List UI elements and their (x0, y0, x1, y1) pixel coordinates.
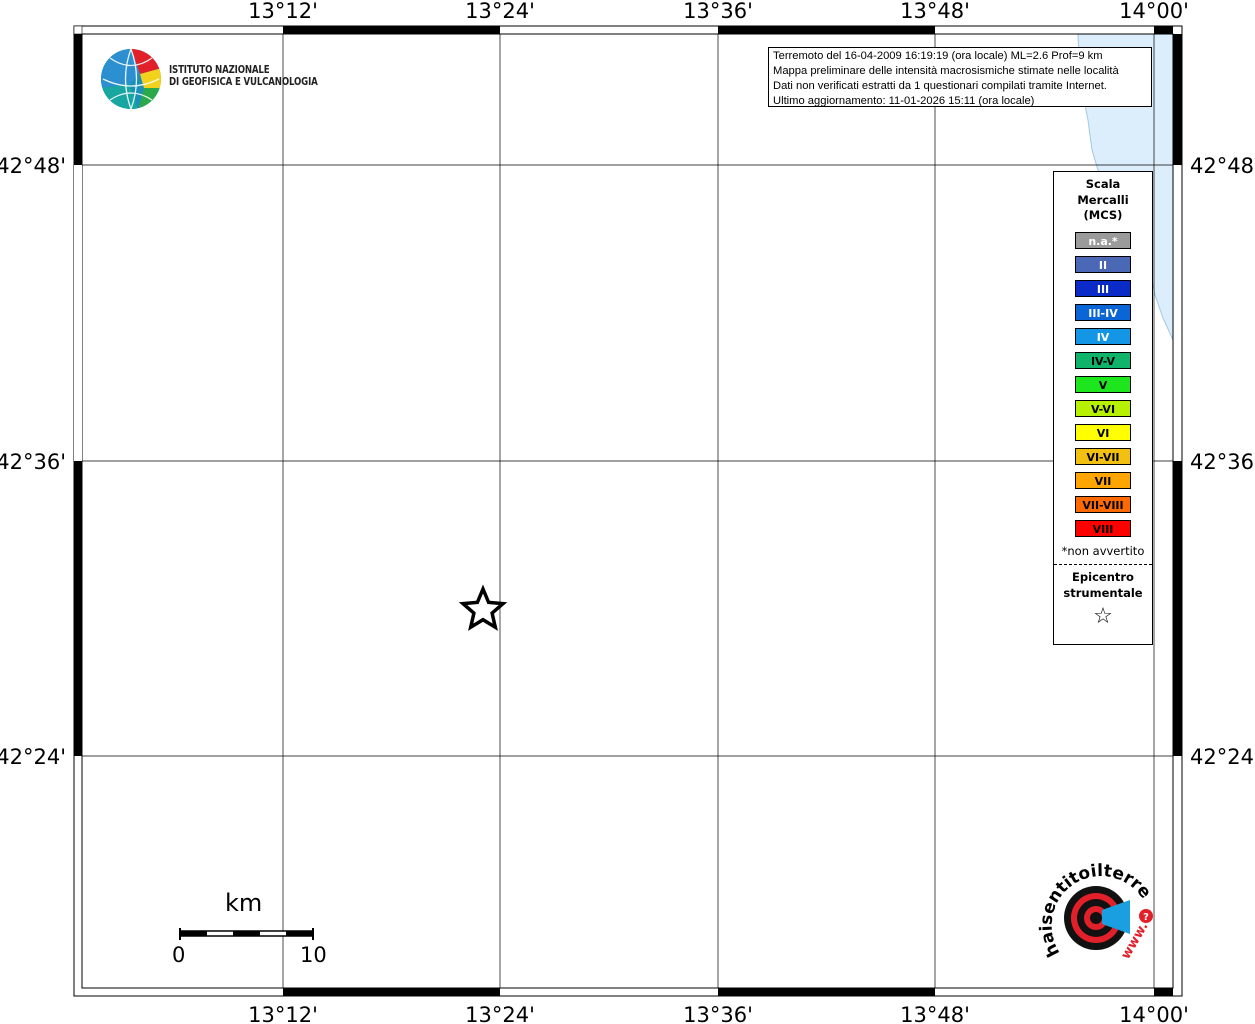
legend-swatches: n.a.* II III III-IV IV IV-V V V-VI VI VI-VII VII VI… (1054, 231, 1152, 537)
legend-swatch: VII (1075, 471, 1131, 489)
legend-note: *non avvertito (1061, 543, 1145, 558)
legend-separator (1054, 563, 1152, 565)
legend-title-line: (MCS) (1083, 208, 1123, 222)
legend-title-line: Mercalli (1077, 192, 1129, 207)
legend-swatch: IV (1075, 327, 1131, 345)
logo-line-2: DI GEOFISICA E VULCANOLOGIA (169, 76, 318, 88)
left-lat-label: 42°48' (0, 154, 66, 178)
bottom-lon-label: 13°12' (248, 1003, 318, 1024)
top-lon-label: 13°12' (248, 0, 318, 23)
right-lat-label: 42°48' (1190, 154, 1255, 178)
legend-epicenter-line: strumentale (1063, 585, 1143, 600)
right-lat-label: 42°24' (1190, 745, 1255, 769)
left-lat-label: 42°24' (0, 745, 66, 769)
legend-title: Scala Mercalli (MCS) (1054, 177, 1152, 224)
hst-logo-icon: haisentitoilterremoto.it ? www. (1021, 843, 1155, 962)
legend-epicenter-label: Epicentro strumentale (1054, 569, 1152, 601)
legend-swatch: n.a.* (1075, 231, 1131, 249)
bottom-longitude-labels: 13°12' 13°24' 13°36' 13°48' 14°00' (248, 1003, 1189, 1024)
ingv-logo-text: ISTITUTO NAZIONALE DI GEOFISICA E VULCAN… (169, 64, 318, 88)
info-line-3: Dati non verificati estratti da 1 questi… (773, 80, 1107, 92)
legend-title-line: Scala (1085, 177, 1121, 191)
legend-swatch: VII-VIII (1075, 495, 1131, 513)
right-lat-label: 42°36' (1190, 450, 1255, 474)
legend-swatch: VIII (1075, 519, 1131, 537)
legend-swatch: III-IV (1075, 303, 1131, 321)
top-lon-label: 14°00' (1119, 0, 1189, 23)
right-latitude-labels: 42°48' 42°36' 42°24' (1190, 154, 1255, 769)
scalebar-unit: km (225, 889, 263, 917)
scalebar-end: 10 (300, 943, 327, 967)
top-lon-label: 13°36' (683, 0, 753, 23)
scalebar-start: 0 (172, 943, 186, 967)
earthquake-info-box: Terremoto del 16-04-2009 16:19:19 (ora l… (768, 47, 1152, 107)
legend-swatch: V (1075, 375, 1131, 393)
ingv-logo: ISTITUTO NAZIONALE DI GEOFISICA E VULCAN… (100, 47, 340, 111)
info-line-4: Ultimo aggiornamento: 11-01-2026 15:11 (… (773, 95, 1035, 107)
legend-swatch: II (1075, 255, 1131, 273)
info-line-2: Mappa preliminare delle intensità macros… (773, 65, 1119, 77)
bottom-lon-label: 13°24' (465, 1003, 535, 1024)
hai-sentito-il-terremoto-logo[interactable]: haisentitoilterremoto.it ? www. (1021, 843, 1160, 978)
legend-epicenter-line: Epicentro (1072, 569, 1134, 584)
legend-swatch: VI-VII (1075, 447, 1131, 465)
globe-logo-icon (101, 49, 161, 109)
bottom-lon-label: 14°00' (1119, 1003, 1189, 1024)
legend-swatch: III (1075, 279, 1131, 297)
legend-star-icon: ☆ (1093, 603, 1113, 629)
left-latitude-labels: 42°48' 42°36' 42°24' (0, 154, 66, 769)
top-lon-label: 13°24' (465, 0, 535, 23)
bottom-lon-label: 13°36' (683, 1003, 753, 1024)
top-lon-label: 13°48' (900, 0, 970, 23)
bottom-lon-label: 13°48' (900, 1003, 970, 1024)
logo-line-1: ISTITUTO NAZIONALE (169, 64, 270, 76)
info-line-1: Terremoto del 16-04-2009 16:19:19 (ora l… (773, 50, 1103, 62)
legend-swatch: V-VI (1075, 399, 1131, 417)
top-longitude-labels: 13°12' 13°24' 13°36' 13°48' 14°00' (248, 0, 1189, 23)
mcs-legend: Scala Mercalli (MCS) n.a.* II III III-IV IV I… (1053, 171, 1153, 645)
svg-text:?: ? (1143, 912, 1149, 923)
left-lat-label: 42°36' (0, 450, 66, 474)
legend-swatch: VI (1075, 423, 1131, 441)
legend-swatch: IV-V (1075, 351, 1131, 369)
